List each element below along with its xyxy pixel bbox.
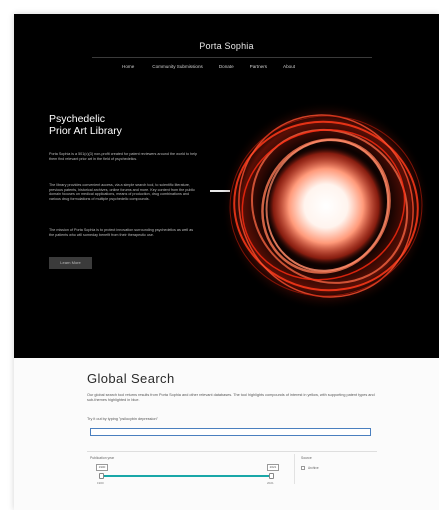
source-archive-label: Archive <box>308 466 319 470</box>
page-container: Porta Sophia Home Community Submissions … <box>14 14 439 510</box>
source-label: Source <box>301 456 312 460</box>
hero-heading-line2: Prior Art Library <box>49 125 122 137</box>
global-search-title: Global Search <box>87 371 175 386</box>
filters-divider <box>87 451 377 452</box>
learn-more-button[interactable]: Learn More <box>49 257 92 269</box>
site-title[interactable]: Porta Sophia <box>14 41 439 51</box>
publication-year-label: Publication year <box>90 456 115 460</box>
year-slider-max-handle[interactable] <box>269 473 274 479</box>
nav-item-partners[interactable]: Partners <box>250 64 267 76</box>
main-nav: Home Community Submissions Donate Partne… <box>104 64 374 76</box>
year-min-field[interactable]: 1900 <box>96 464 108 471</box>
year-max-field[interactable]: 2021 <box>267 464 279 471</box>
nav-divider <box>92 57 372 58</box>
search-input[interactable] <box>90 428 371 436</box>
nav-item-about[interactable]: About <box>283 64 295 76</box>
year-range-min-label: 1900 <box>97 481 104 485</box>
year-range-max-label: 2021 <box>267 481 274 485</box>
hero-section: Porta Sophia Home Community Submissions … <box>14 14 439 358</box>
year-slider-min-handle[interactable] <box>99 473 104 479</box>
hero-paragraph-1: Porta Sophia is a 501(c)(3) non-profit c… <box>49 152 197 161</box>
source-archive-checkbox[interactable] <box>301 466 305 470</box>
nav-item-donate[interactable]: Donate <box>219 64 234 76</box>
hero-paragraph-3: The mission of Porta Sophia is to protec… <box>49 228 194 237</box>
orb-core <box>264 144 388 268</box>
global-search-description: Our global search tool returns results f… <box>87 393 375 402</box>
nav-item-home[interactable]: Home <box>122 64 134 76</box>
search-hint: Try it out by typing "psilocybin depress… <box>87 417 158 421</box>
hero-heading-line1: Psychedelic <box>49 113 106 125</box>
hero-paragraph-2: The library provides convenient access, … <box>49 183 195 201</box>
hero-heading: Psychedelic Prior Art Library <box>49 113 122 137</box>
year-slider-fill <box>102 475 272 477</box>
filters-column-divider <box>294 454 295 484</box>
glowing-orb-graphic <box>221 101 431 311</box>
nav-item-community-submissions[interactable]: Community Submissions <box>152 64 203 76</box>
